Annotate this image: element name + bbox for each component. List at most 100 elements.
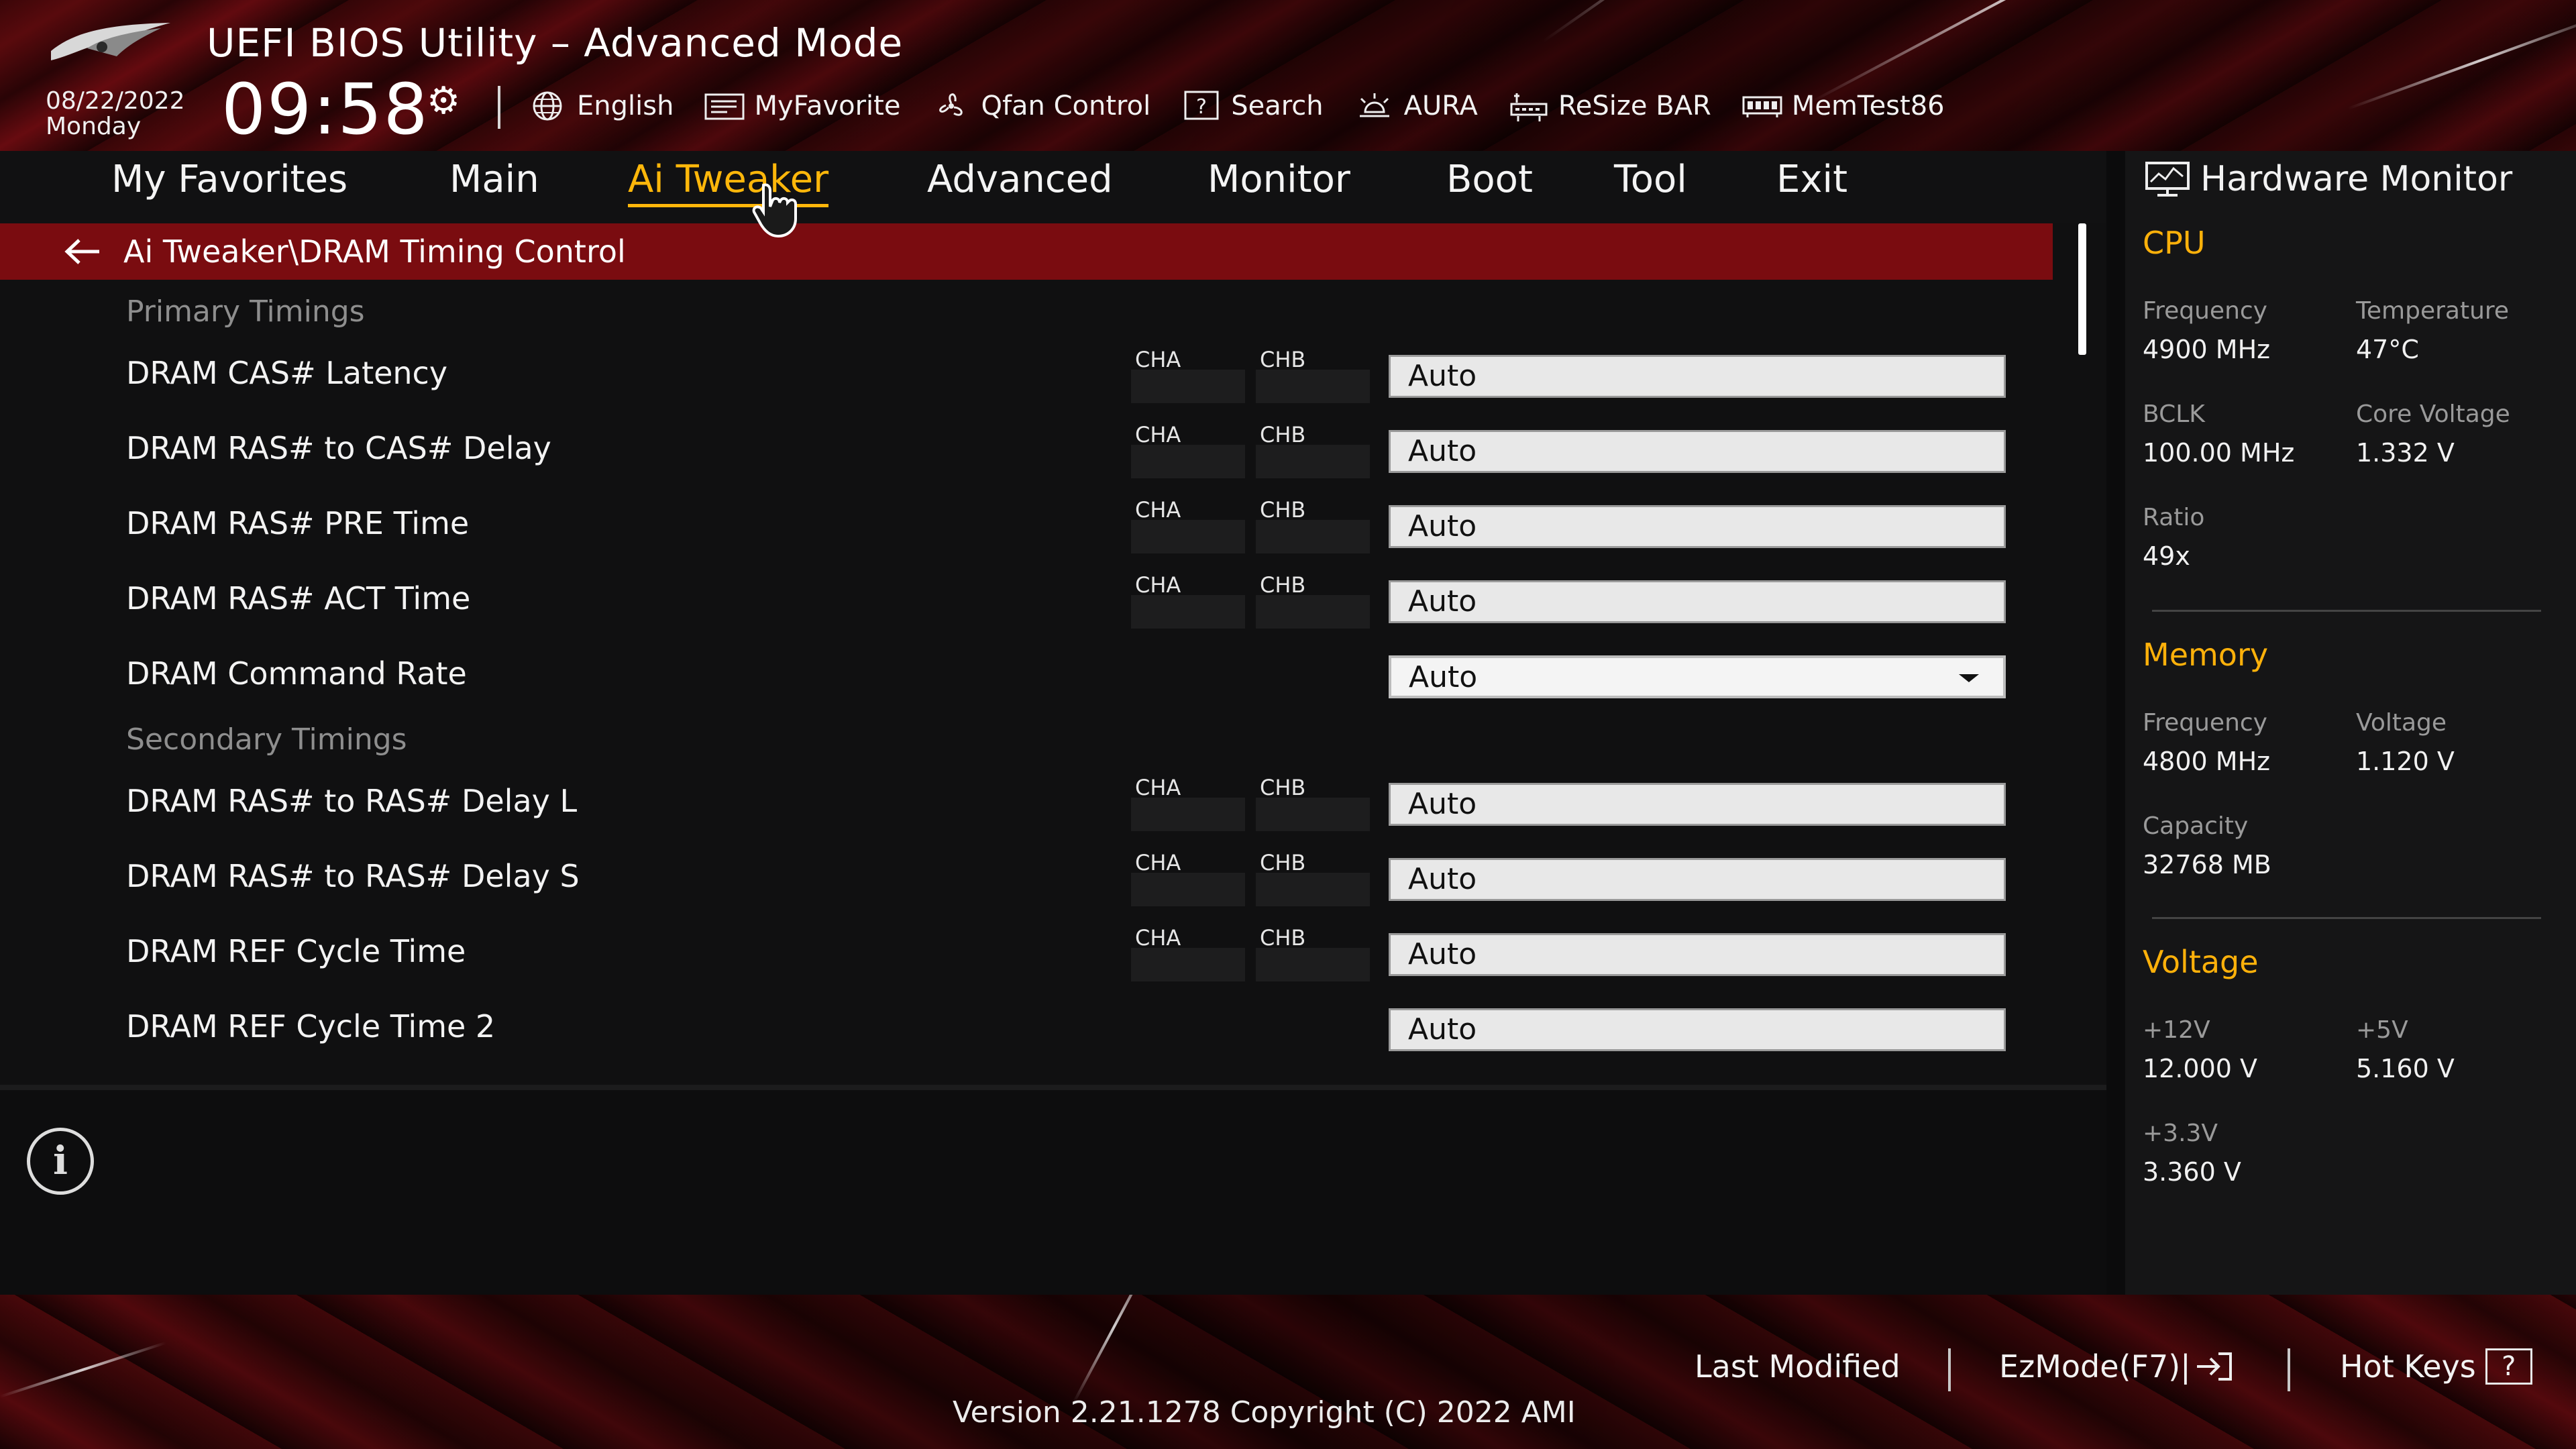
language-label: English: [577, 91, 674, 121]
v12-label: +12V: [2143, 1016, 2210, 1044]
info-panel: i: [0, 1090, 2106, 1295]
settings-panel: Ai Tweaker\DRAM Timing Control Primary T…: [0, 223, 2106, 1090]
qfan-control-button[interactable]: Qfan Control: [930, 89, 1150, 123]
channel-b-label: CHB: [1260, 850, 1306, 875]
footer-streak: [0, 1341, 166, 1398]
tab-monitor[interactable]: Monitor: [1208, 158, 1350, 204]
footer-bar: Last Modified EzMode(F7)| Hot Keys ? Ver…: [0, 1295, 2576, 1449]
channel-b-value: [1256, 798, 1370, 831]
search-button[interactable]: ? Search: [1180, 89, 1324, 123]
help-icon: ?: [2485, 1348, 2532, 1385]
back-arrow-icon[interactable]: [62, 235, 103, 268]
channel-a-label: CHA: [1135, 775, 1181, 800]
cpu-ratio-value: 49x: [2143, 541, 2190, 571]
gear-icon[interactable]: ⚙: [427, 79, 460, 123]
channel-b-value: [1256, 948, 1370, 981]
channel-b-value: [1256, 370, 1370, 403]
channel-b-label: CHB: [1260, 775, 1306, 800]
resize-bar-button[interactable]: ReSize BAR: [1507, 89, 1711, 123]
channel-b-label: CHB: [1260, 422, 1306, 447]
channel-b-value: [1256, 445, 1370, 478]
search-label: Search: [1231, 91, 1324, 121]
channel-b-value: [1256, 595, 1370, 629]
header-divider: [498, 86, 500, 129]
memory-frequency-label: Frequency: [2143, 709, 2267, 737]
date-text: 08/22/2022: [46, 87, 185, 115]
section-secondary-timings: Secondary Timings: [126, 722, 407, 757]
memory-icon: [1742, 96, 1782, 117]
breadcrumb: Ai Tweaker\DRAM Timing Control: [123, 233, 626, 270]
scrollbar[interactable]: [2078, 223, 2086, 355]
favorite-icon: [704, 93, 745, 120]
myfavorite-button[interactable]: MyFavorite: [703, 89, 900, 123]
hw-divider: [2152, 917, 2541, 919]
cpu-temperature-value: 47°C: [2356, 335, 2419, 364]
resize-bar-label: ReSize BAR: [1558, 91, 1711, 121]
tab-my-favorites[interactable]: My Favorites: [111, 158, 347, 204]
ref-cycle-time-2-input[interactable]: Auto: [1389, 1008, 2006, 1051]
ref-cycle-time-input[interactable]: Auto: [1389, 933, 2006, 976]
channel-b-label: CHB: [1260, 497, 1306, 523]
qfan-control-label: Qfan Control: [981, 91, 1151, 121]
tab-exit[interactable]: Exit: [1776, 158, 1847, 204]
hardware-monitor-title: Hardware Monitor: [2144, 159, 2512, 199]
channel-a-label: CHA: [1135, 850, 1181, 875]
monitor-icon: [2145, 162, 2190, 197]
memory-capacity-value: 32768 MB: [2143, 850, 2271, 879]
channel-b-label: CHB: [1260, 347, 1306, 372]
toolbar: English MyFavorite Qfan Control ? Search…: [526, 86, 1974, 126]
cpu-core-voltage-value: 1.332 V: [2356, 438, 2455, 468]
memtest86-button[interactable]: MemTest86: [1741, 89, 1945, 123]
aura-button[interactable]: AURA: [1353, 89, 1478, 123]
fan-icon: [939, 93, 963, 116]
ezmode-button[interactable]: EzMode(F7)|: [1999, 1348, 2235, 1385]
tab-boot[interactable]: Boot: [1446, 158, 1533, 204]
language-button[interactable]: English: [526, 89, 674, 123]
cas-latency-input[interactable]: Auto: [1389, 355, 2006, 398]
setting-label: DRAM RAS# to RAS# Delay S: [126, 858, 580, 894]
cpu-bclk-value: 100.00 MHz: [2143, 438, 2295, 468]
memtest86-label: MemTest86: [1791, 91, 1945, 121]
channel-a-value: [1131, 520, 1245, 553]
command-rate-select[interactable]: Auto: [1389, 655, 2006, 698]
cpu-section-label: CPU: [2143, 225, 2206, 261]
svg-text:?: ?: [1196, 95, 1207, 119]
channel-a-value: [1131, 445, 1245, 478]
v33-label: +3.3V: [2143, 1120, 2218, 1147]
v5-label: +5V: [2356, 1016, 2408, 1044]
search-help-icon: ?: [1184, 91, 1219, 120]
ras-to-ras-delay-s-input[interactable]: Auto: [1389, 858, 2006, 901]
memory-voltage-value: 1.120 V: [2356, 747, 2455, 776]
hardware-monitor-label: Hardware Monitor: [2200, 159, 2513, 199]
hw-divider: [2152, 610, 2541, 612]
tab-advanced[interactable]: Advanced: [927, 158, 1113, 204]
header-streak: [2347, 11, 2576, 110]
ras-pre-time-input[interactable]: Auto: [1389, 505, 2006, 548]
channel-a-value: [1131, 948, 1245, 981]
channel-a-value: [1131, 370, 1245, 403]
ras-act-time-input[interactable]: Auto: [1389, 580, 2006, 623]
ras-to-ras-delay-l-input[interactable]: Auto: [1389, 783, 2006, 826]
tab-tool[interactable]: Tool: [1614, 158, 1687, 204]
cpu-frequency-value: 4900 MHz: [2143, 335, 2271, 364]
hot-keys-button[interactable]: Hot Keys ?: [2340, 1348, 2532, 1385]
rog-logo-icon: [51, 23, 170, 60]
channel-a-label: CHA: [1135, 497, 1181, 523]
ras-to-cas-delay-input[interactable]: Auto: [1389, 430, 2006, 473]
channel-b-label: CHB: [1260, 925, 1306, 951]
memory-frequency-value: 4800 MHz: [2143, 747, 2271, 776]
hot-keys-label: Hot Keys: [2340, 1348, 2476, 1385]
panel-divider: [0, 1085, 2106, 1090]
app-title: UEFI BIOS Utility – Advanced Mode: [207, 20, 904, 66]
setting-label: DRAM RAS# to RAS# Delay L: [126, 783, 578, 819]
hand-cursor-icon: [752, 183, 797, 238]
tab-main[interactable]: Main: [449, 158, 539, 204]
last-modified-button[interactable]: Last Modified: [1695, 1348, 1900, 1385]
v12-value: 12.000 V: [2143, 1054, 2258, 1083]
info-icon[interactable]: i: [27, 1128, 94, 1195]
channel-a-label: CHA: [1135, 572, 1181, 598]
setting-label: DRAM REF Cycle Time: [126, 933, 466, 969]
cpu-core-voltage-label: Core Voltage: [2356, 400, 2510, 428]
setting-label: DRAM Command Rate: [126, 655, 467, 692]
cpu-bclk-label: BCLK: [2143, 400, 2205, 428]
